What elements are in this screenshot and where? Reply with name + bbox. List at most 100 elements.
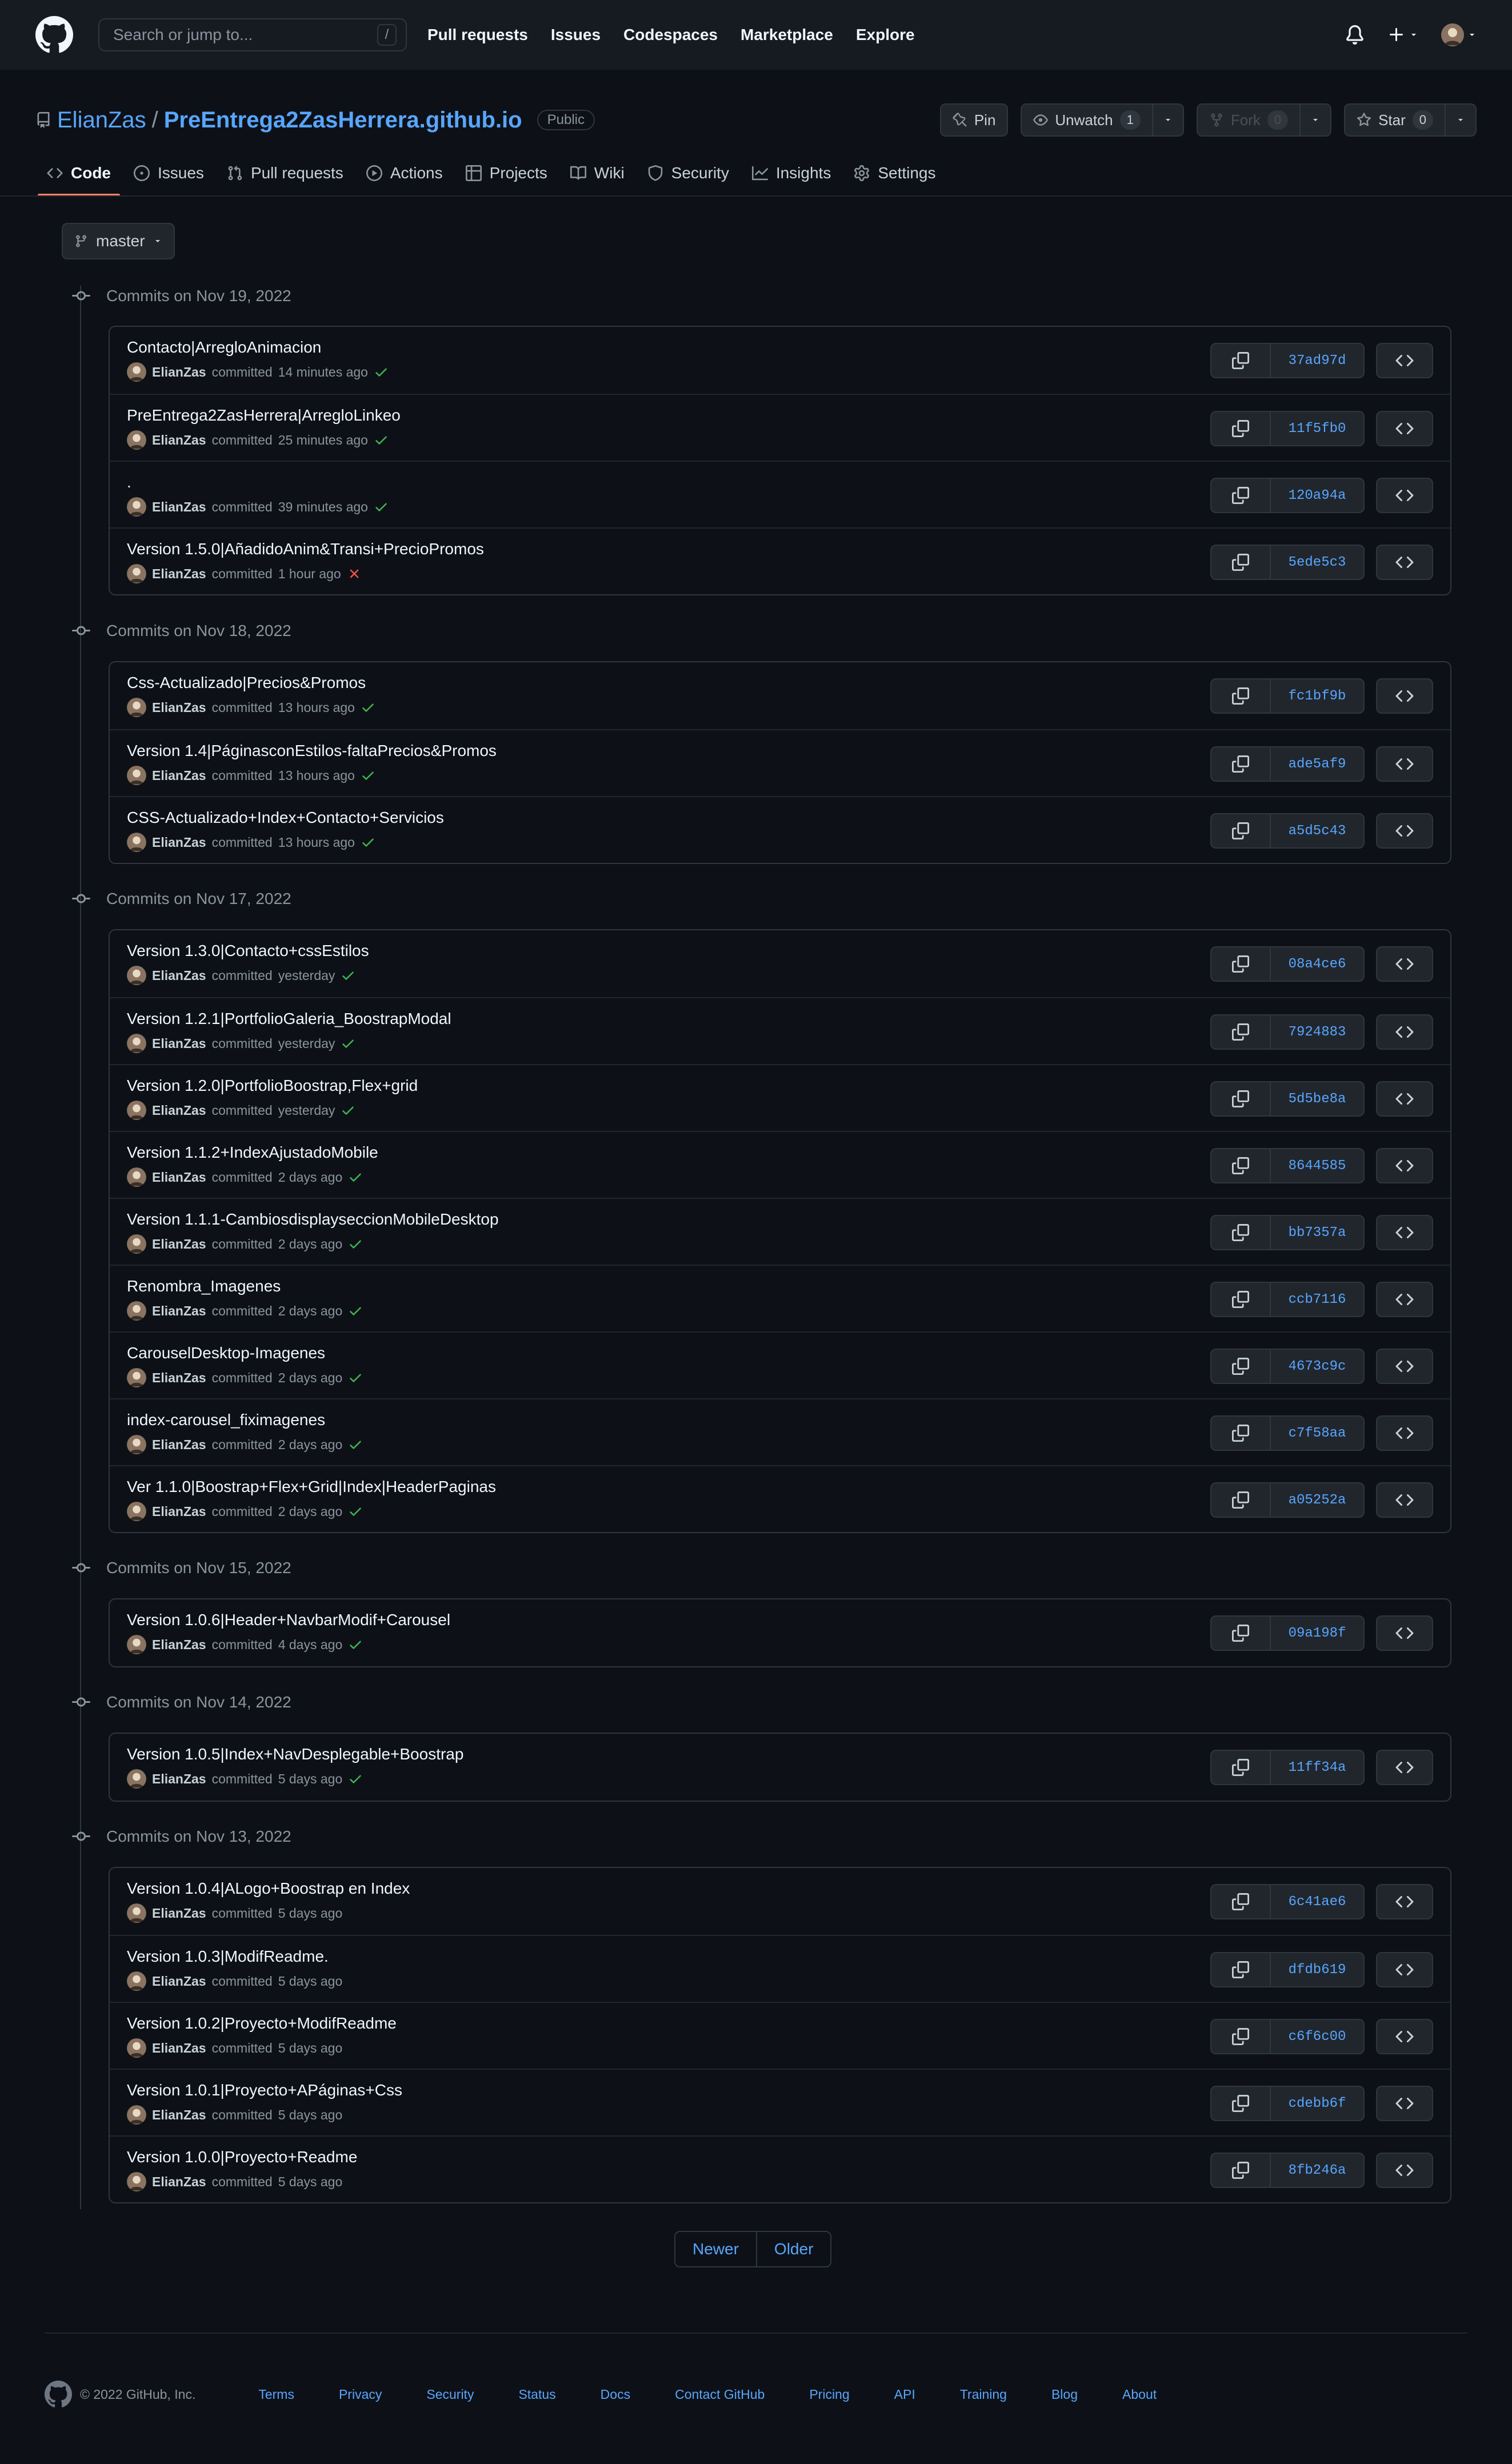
branch-selector[interactable]: master — [62, 223, 175, 259]
copy-sha-button[interactable] — [1211, 344, 1271, 377]
commit-message-link[interactable]: Version 1.0.0|Proyecto+Readme — [127, 2148, 357, 2166]
check-icon[interactable] — [348, 1637, 363, 1652]
commit-message-link[interactable]: CSS-Actualizado+Index+Contacto+Servicios — [127, 809, 444, 827]
newer-button[interactable]: Newer — [675, 2232, 757, 2266]
browse-files-button[interactable] — [1376, 1081, 1433, 1117]
commit-message-link[interactable]: Version 1.0.6|Header+NavbarModif+Carouse… — [127, 1611, 450, 1629]
commit-author-link[interactable]: ElianZas — [152, 1974, 206, 1989]
commit-message-link[interactable]: Version 1.3.0|Contacto+cssEstilos — [127, 942, 369, 960]
commit-author-link[interactable]: ElianZas — [152, 499, 206, 515]
browse-files-button[interactable] — [1376, 2153, 1433, 2188]
tab-issues[interactable]: Issues — [122, 150, 215, 197]
unwatch-dropdown[interactable] — [1153, 103, 1184, 137]
commit-sha-link[interactable]: 8644585 — [1271, 1149, 1363, 1182]
commit-message-link[interactable]: Version 1.4|PáginasconEstilos-faltaPreci… — [127, 742, 497, 760]
fork-dropdown[interactable] — [1301, 103, 1332, 137]
browse-files-button[interactable] — [1376, 946, 1433, 982]
user-menu[interactable] — [1441, 23, 1477, 46]
commit-sha-link[interactable]: 11f5fb0 — [1271, 412, 1363, 445]
commit-sha-link[interactable]: 120a94a — [1271, 479, 1363, 512]
commit-message-link[interactable]: Version 1.5.0|AñadidoAnim&Transi+PrecioP… — [127, 540, 484, 558]
commit-sha-link[interactable]: 37ad97d — [1271, 344, 1363, 377]
commit-message-link[interactable]: Css-Actualizado|Precios&Promos — [127, 674, 366, 692]
copy-sha-button[interactable] — [1211, 947, 1271, 981]
copy-sha-button[interactable] — [1211, 1149, 1271, 1182]
commit-sha-link[interactable]: cdebb6f — [1271, 2087, 1363, 2120]
search-input[interactable]: Search or jump to... / — [98, 18, 407, 51]
browse-files-button[interactable] — [1376, 1615, 1433, 1651]
check-icon[interactable] — [361, 835, 375, 850]
nav-explore[interactable]: Explore — [856, 26, 915, 44]
commit-author-link[interactable]: ElianZas — [152, 1303, 206, 1319]
commit-author-link[interactable]: ElianZas — [152, 768, 206, 783]
footer-link-security[interactable]: Security — [426, 2387, 474, 2402]
browse-files-button[interactable] — [1376, 343, 1433, 378]
commit-message-link[interactable]: Version 1.2.0|PortfolioBoostrap,Flex+gri… — [127, 1077, 418, 1095]
commit-sha-link[interactable]: 11ff34a — [1271, 1751, 1363, 1784]
commit-sha-link[interactable]: dfdb619 — [1271, 1953, 1363, 1986]
commit-sha-link[interactable]: 09a198f — [1271, 1617, 1363, 1650]
copy-sha-button[interactable] — [1211, 546, 1271, 579]
browse-files-button[interactable] — [1376, 746, 1433, 782]
tab-code[interactable]: Code — [35, 150, 122, 197]
check-icon[interactable] — [361, 700, 375, 715]
copy-sha-button[interactable] — [1211, 2087, 1271, 2120]
commit-author-link[interactable]: ElianZas — [152, 2174, 206, 2190]
check-icon[interactable] — [341, 1036, 355, 1051]
commit-sha-link[interactable]: 8fb246a — [1271, 2154, 1363, 2187]
footer-link-contact[interactable]: Contact GitHub — [675, 2387, 765, 2402]
commit-message-link[interactable]: Version 1.0.2|Proyecto+ModifReadme — [127, 2014, 397, 2033]
footer-link-about[interactable]: About — [1122, 2387, 1157, 2402]
check-icon[interactable] — [374, 499, 389, 514]
footer-link-docs[interactable]: Docs — [601, 2387, 630, 2402]
commit-author-link[interactable]: ElianZas — [152, 2107, 206, 2123]
browse-files-button[interactable] — [1376, 678, 1433, 714]
commit-message-link[interactable]: PreEntrega2ZasHerrera|ArregloLinkeo — [127, 406, 401, 425]
repo-owner-link[interactable]: ElianZas — [57, 107, 146, 133]
copy-sha-button[interactable] — [1211, 1751, 1271, 1784]
commit-author-link[interactable]: ElianZas — [152, 1771, 206, 1787]
commit-author-link[interactable]: ElianZas — [152, 1906, 206, 1921]
browse-files-button[interactable] — [1376, 1952, 1433, 1987]
copy-sha-button[interactable] — [1211, 814, 1271, 847]
commit-author-link[interactable]: ElianZas — [152, 1437, 206, 1453]
browse-files-button[interactable] — [1376, 1014, 1433, 1050]
browse-files-button[interactable] — [1376, 545, 1433, 580]
commit-message-link[interactable]: Version 1.2.1|PortfolioGaleria_BoostrapM… — [127, 1010, 451, 1028]
browse-files-button[interactable] — [1376, 1750, 1433, 1785]
check-icon[interactable] — [361, 768, 375, 783]
commit-message-link[interactable]: index-carousel_fiximagenes — [127, 1411, 325, 1429]
commit-message-link[interactable]: Ver 1.1.0|Boostrap+Flex+Grid|Index|Heade… — [127, 1478, 496, 1496]
commit-sha-link[interactable]: bb7357a — [1271, 1216, 1363, 1249]
check-icon[interactable] — [341, 968, 355, 983]
copy-sha-button[interactable] — [1211, 1350, 1271, 1383]
nav-codespaces[interactable]: Codespaces — [623, 26, 718, 44]
check-icon[interactable] — [374, 433, 389, 447]
commit-author-link[interactable]: ElianZas — [152, 1637, 206, 1653]
commit-message-link[interactable]: Version 1.1.2+IndexAjustadoMobile — [127, 1143, 378, 1162]
commit-sha-link[interactable]: c7f58aa — [1271, 1417, 1363, 1450]
commit-message-link[interactable]: Version 1.1.1-CambiosdisplayseccionMobil… — [127, 1210, 499, 1229]
commit-author-link[interactable]: ElianZas — [152, 700, 206, 715]
commit-message-link[interactable]: Contacto|ArregloAnimacion — [127, 338, 321, 357]
commit-message-link[interactable]: Renombra_Imagenes — [127, 1277, 281, 1295]
check-icon[interactable] — [348, 1303, 363, 1318]
copy-sha-button[interactable] — [1211, 679, 1271, 713]
browse-files-button[interactable] — [1376, 1415, 1433, 1451]
commit-message-link[interactable]: Version 1.0.4|ALogo+Boostrap en Index — [127, 1879, 410, 1898]
star-dropdown[interactable] — [1446, 103, 1477, 137]
tab-actions[interactable]: Actions — [355, 150, 454, 197]
copy-sha-button[interactable] — [1211, 747, 1271, 781]
copy-sha-button[interactable] — [1211, 1283, 1271, 1316]
older-button[interactable]: Older — [757, 2232, 830, 2266]
commit-sha-link[interactable]: a05252a — [1271, 1483, 1363, 1517]
commit-author-link[interactable]: ElianZas — [152, 1103, 206, 1118]
footer-link-pricing[interactable]: Pricing — [809, 2387, 849, 2402]
nav-pull-requests[interactable]: Pull requests — [427, 26, 528, 44]
footer-link-api[interactable]: API — [894, 2387, 915, 2402]
github-logo-icon[interactable] — [35, 16, 73, 54]
copy-sha-button[interactable] — [1211, 2154, 1271, 2187]
x-icon[interactable] — [347, 566, 362, 581]
browse-files-button[interactable] — [1376, 1282, 1433, 1317]
copy-sha-button[interactable] — [1211, 1082, 1271, 1115]
